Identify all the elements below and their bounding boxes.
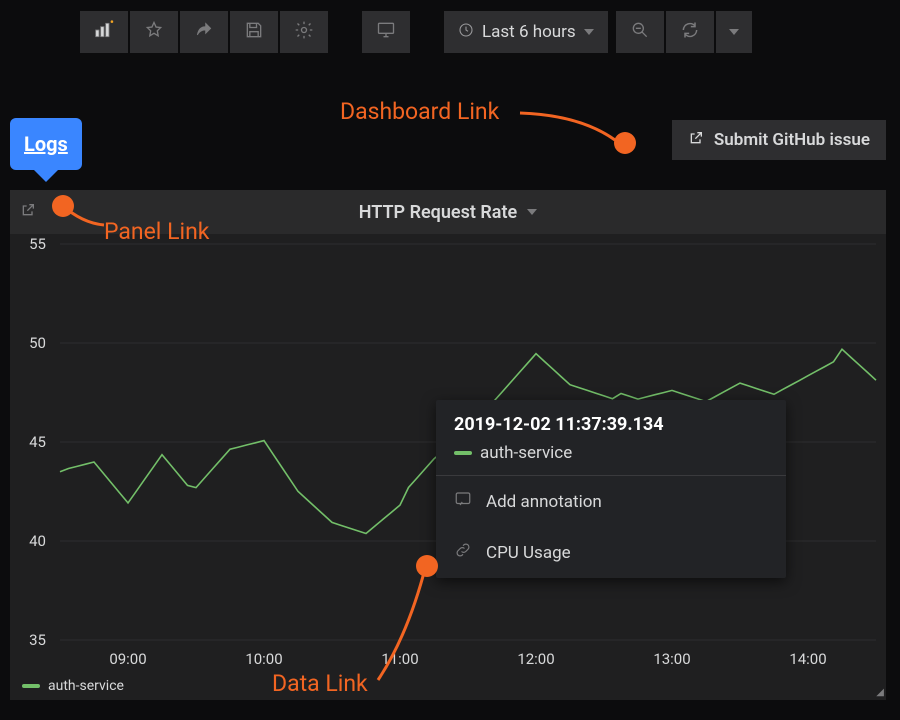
context-timestamp: 2019-12-02 11:37:39.134	[454, 414, 768, 435]
dashboard-link[interactable]: Submit GitHub issue	[672, 120, 886, 160]
chart-context-menu: 2019-12-02 11:37:39.134 auth-service Add…	[436, 400, 786, 578]
settings-button[interactable]	[280, 11, 328, 53]
panel-title: HTTP Request Rate	[359, 202, 517, 223]
panel-link-label: Logs	[24, 132, 68, 156]
toolbar-group-right	[616, 11, 752, 53]
svg-text:45: 45	[29, 433, 46, 451]
refresh-button[interactable]	[666, 11, 714, 53]
resize-handle-icon[interactable]: ◢	[876, 687, 884, 698]
star-button[interactable]	[130, 11, 178, 53]
chain-link-icon	[454, 541, 472, 564]
zoom-out-icon	[630, 20, 650, 45]
gear-icon	[294, 20, 314, 45]
panel-header[interactable]: HTTP Request Rate	[10, 190, 886, 234]
share-button[interactable]	[180, 11, 228, 53]
add-panel-button[interactable]	[80, 11, 128, 53]
annotation-dot	[614, 132, 636, 154]
svg-text:40: 40	[29, 532, 46, 550]
svg-text:12:00: 12:00	[517, 650, 554, 668]
bar-chart-plus-icon	[94, 20, 114, 45]
svg-text:35: 35	[29, 631, 46, 649]
data-link-item[interactable]: CPU Usage	[436, 527, 786, 578]
dashboard-link-row: Submit GitHub issue	[672, 120, 886, 160]
refresh-icon	[680, 20, 700, 45]
star-icon	[144, 20, 164, 45]
chevron-down-icon	[729, 29, 739, 35]
context-series: auth-service	[454, 443, 768, 463]
add-annotation-item[interactable]: Add annotation	[436, 476, 786, 527]
legend-swatch	[454, 451, 472, 455]
external-link-icon	[688, 130, 704, 151]
svg-text:10:00: 10:00	[245, 650, 282, 668]
context-menu-header: 2019-12-02 11:37:39.134 auth-service	[436, 400, 786, 475]
svg-text:50: 50	[29, 334, 46, 352]
time-range-label: Last 6 hours	[482, 22, 576, 42]
add-annotation-label: Add annotation	[486, 492, 602, 512]
clock-icon	[458, 22, 474, 43]
chart-legend: auth-service ◢	[10, 670, 886, 700]
svg-text:09:00: 09:00	[109, 650, 146, 668]
panel-external-link-icon[interactable]	[20, 202, 36, 223]
legend-swatch	[22, 684, 40, 688]
data-link-label: CPU Usage	[486, 543, 571, 563]
svg-text:13:00: 13:00	[653, 650, 690, 668]
monitor-icon	[376, 20, 396, 45]
annotation-icon	[454, 490, 472, 513]
dashboard-link-label: Submit GitHub issue	[714, 130, 870, 150]
save-icon	[244, 20, 264, 45]
share-icon	[194, 20, 214, 45]
legend-series-label[interactable]: auth-service	[48, 678, 124, 694]
refresh-interval-button[interactable]	[716, 11, 752, 53]
view-mode-button[interactable]	[362, 11, 410, 53]
time-range-picker[interactable]: Last 6 hours	[444, 11, 608, 53]
panel-link-popover[interactable]: Logs	[10, 118, 82, 170]
svg-text:55: 55	[29, 235, 46, 253]
annotation-arrow	[520, 110, 630, 150]
chevron-down-icon	[527, 209, 537, 215]
svg-text:11:00: 11:00	[381, 650, 418, 668]
context-series-label: auth-service	[480, 443, 572, 463]
save-button[interactable]	[230, 11, 278, 53]
chevron-down-icon	[584, 29, 594, 35]
zoom-out-button[interactable]	[616, 11, 664, 53]
toolbar-group-left	[80, 11, 328, 53]
top-toolbar: Last 6 hours	[80, 10, 886, 54]
annotation-dashboard-link: Dashboard Link	[340, 98, 499, 125]
svg-text:14:00: 14:00	[789, 650, 826, 668]
